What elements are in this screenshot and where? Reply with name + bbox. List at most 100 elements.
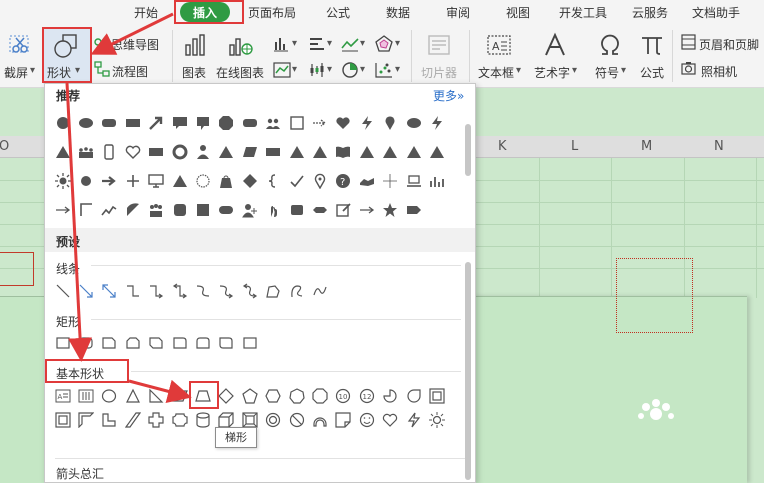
plus-shape[interactable]: [121, 168, 144, 194]
more-link[interactable]: 更多»: [433, 87, 464, 104]
column-header-n[interactable]: N: [714, 139, 724, 154]
square-shape[interactable]: [285, 110, 308, 136]
b-tear-shape[interactable]: [402, 383, 425, 409]
brace-shape[interactable]: [262, 168, 285, 194]
crowd-shape[interactable]: [74, 139, 97, 165]
b-heart-shape[interactable]: [378, 407, 401, 433]
handshake-shape[interactable]: [355, 168, 378, 194]
tab-data[interactable]: 数据: [386, 4, 410, 21]
chord-shape[interactable]: [121, 197, 144, 223]
r-snip2-shape[interactable]: [121, 330, 144, 356]
b-nosym-shape[interactable]: [285, 407, 308, 433]
b-hex-shape[interactable]: [262, 383, 285, 409]
formula-button[interactable]: 公式: [640, 64, 664, 81]
column-header-o[interactable]: O: [0, 139, 9, 154]
people-shape[interactable]: [262, 110, 285, 136]
selected-shape-left[interactable]: [0, 252, 34, 286]
tab-home[interactable]: 开始: [134, 4, 158, 21]
column-header-l[interactable]: L: [571, 139, 578, 154]
tab-developer[interactable]: 开发工具: [559, 4, 607, 21]
rect-shape[interactable]: [121, 110, 144, 136]
mindmap-button[interactable]: 思维导图: [111, 36, 159, 53]
dot-shape[interactable]: [74, 168, 97, 194]
r-snip1-shape[interactable]: [98, 330, 121, 356]
triangle-shape[interactable]: [215, 139, 238, 165]
b-text-shape[interactable]: A: [51, 383, 74, 409]
column-chart-dropdown-icon[interactable]: ▾: [292, 38, 297, 49]
sqround2-shape[interactable]: [285, 197, 308, 223]
radar-chart-icon[interactable]: [375, 35, 393, 53]
arrowlong-shape[interactable]: [51, 197, 74, 223]
ellipse-shape[interactable]: [74, 110, 97, 136]
octagon-shape[interactable]: [215, 110, 238, 136]
squiggle-shape[interactable]: [308, 278, 331, 304]
corner-shape[interactable]: [74, 197, 97, 223]
sun-shape[interactable]: [51, 168, 74, 194]
r-rect-shape[interactable]: [238, 330, 261, 356]
b-pie-shape[interactable]: [378, 383, 401, 409]
symbol-dropdown-icon[interactable]: ▾: [621, 65, 626, 76]
dblarrow-shape[interactable]: [308, 110, 331, 136]
b-frame-shape[interactable]: [51, 407, 74, 433]
bolt-shape[interactable]: [355, 110, 378, 136]
b-bolt-shape[interactable]: [402, 407, 425, 433]
circle-out-shape[interactable]: [191, 168, 214, 194]
adduser-shape[interactable]: [238, 197, 261, 223]
tab-review[interactable]: 审阅: [446, 4, 470, 21]
b-oct-shape[interactable]: [308, 383, 331, 409]
r-roundd-shape[interactable]: [215, 330, 238, 356]
triangle-shape[interactable]: [308, 139, 331, 165]
parallelogram-shape[interactable]: [238, 139, 261, 165]
area-chart-dropdown-icon[interactable]: ▾: [292, 64, 297, 75]
b-frame-shape[interactable]: [425, 383, 448, 409]
wordart-dropdown-icon[interactable]: ▾: [572, 65, 577, 76]
book-shape[interactable]: [332, 139, 355, 165]
drawing-selection-box[interactable]: [616, 258, 693, 333]
tab-cloud[interactable]: 云服务: [632, 4, 668, 21]
screenshot-button[interactable]: 截屏: [4, 64, 28, 81]
b-foldcorner-shape[interactable]: [332, 407, 355, 433]
b-vtext-shape[interactable]: [74, 383, 97, 409]
hexflat-shape[interactable]: [308, 197, 331, 223]
column-header-m[interactable]: M: [641, 139, 652, 154]
b-oval-shape[interactable]: [98, 383, 121, 409]
flowchart-button[interactable]: 流程图: [112, 63, 148, 80]
curvearr-shape[interactable]: [215, 278, 238, 304]
monitor-shape[interactable]: [145, 168, 168, 194]
hand-shape[interactable]: [262, 197, 285, 223]
line-chart-dropdown-icon[interactable]: ▾: [360, 38, 365, 49]
linedbl-shape[interactable]: [98, 278, 121, 304]
ovalrect-shape[interactable]: [215, 197, 238, 223]
pie-chart-dropdown-icon[interactable]: ▾: [360, 64, 365, 75]
b-hept-shape[interactable]: [285, 383, 308, 409]
stock-chart-icon[interactable]: [308, 62, 326, 78]
b-plaque-shape[interactable]: [168, 407, 191, 433]
freeform-shape[interactable]: [262, 278, 285, 304]
linearrow-shape[interactable]: [74, 278, 97, 304]
circle-shape[interactable]: [51, 110, 74, 136]
bar-chart-horizontal-icon[interactable]: [308, 36, 326, 52]
column-chart-icon[interactable]: [273, 36, 291, 52]
camera-button[interactable]: 照相机: [701, 63, 737, 80]
elbow-shape[interactable]: [121, 278, 144, 304]
stock-chart-dropdown-icon[interactable]: ▾: [327, 64, 332, 75]
triangle-shape[interactable]: [378, 139, 401, 165]
check-shape[interactable]: [285, 168, 308, 194]
area-chart-icon[interactable]: [273, 62, 291, 78]
r-round2-shape[interactable]: [191, 330, 214, 356]
callout-shape[interactable]: [168, 110, 191, 136]
tag-shape[interactable]: [402, 197, 425, 223]
screenshot-dropdown-icon[interactable]: ▾: [30, 65, 35, 76]
elbowdbl-shape[interactable]: [168, 278, 191, 304]
pie-chart-icon[interactable]: [341, 61, 359, 79]
line-chart-icon[interactable]: [341, 36, 359, 52]
cross-thin-shape[interactable]: [378, 168, 401, 194]
scribble-shape[interactable]: [285, 278, 308, 304]
callout2-shape[interactable]: [191, 110, 214, 136]
curve-shape[interactable]: [191, 278, 214, 304]
star-shape[interactable]: [378, 197, 401, 223]
triangle-shape[interactable]: [168, 168, 191, 194]
b-arc-shape[interactable]: [308, 407, 331, 433]
b-para-shape[interactable]: [168, 383, 191, 409]
curvedbl-shape[interactable]: [238, 278, 261, 304]
